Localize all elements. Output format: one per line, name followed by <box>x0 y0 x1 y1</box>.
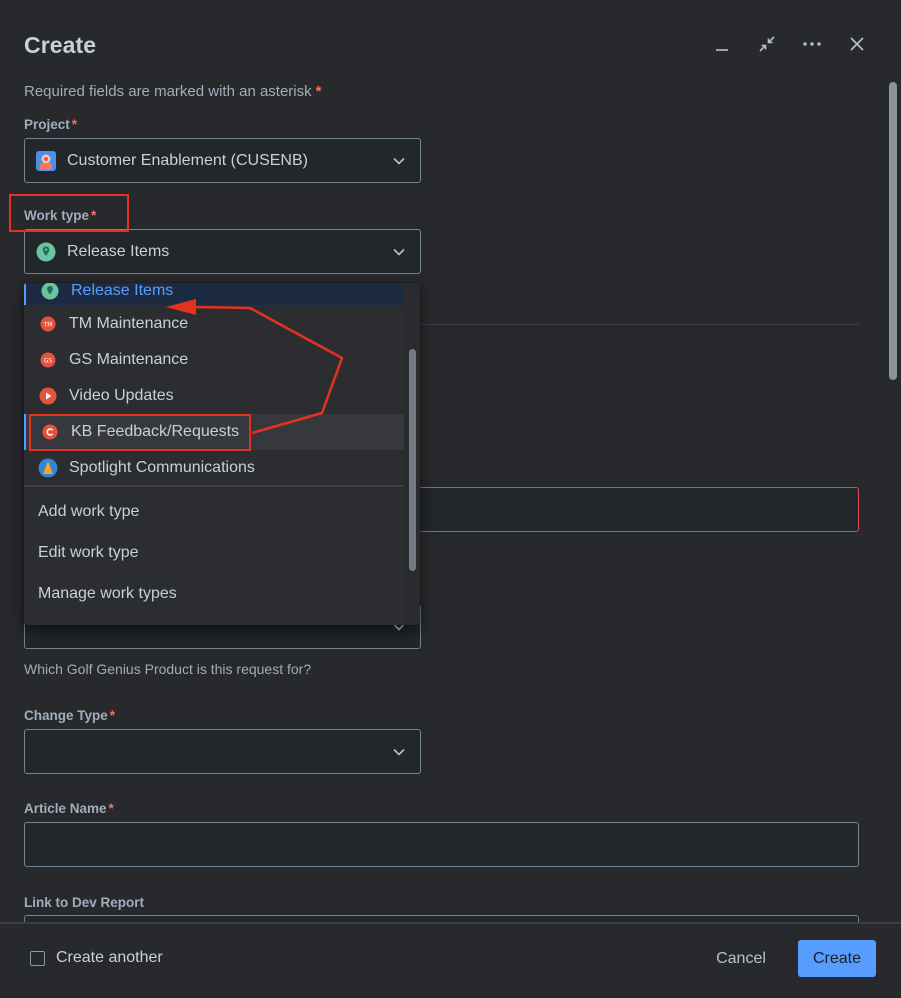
menu-separator <box>24 485 404 487</box>
annotation-box-work-type <box>9 194 129 232</box>
more-icon <box>803 42 821 46</box>
more-options-button[interactable] <box>798 30 826 58</box>
chevron-down-icon <box>393 748 405 756</box>
edit-work-type-action[interactable]: Edit work type <box>38 544 138 562</box>
work-type-dropdown: Release Items TM TM Maintenance GS GS Ma… <box>24 283 420 625</box>
chevron-down-icon <box>393 157 405 165</box>
dialog-title: Create <box>24 32 97 58</box>
cancel-button[interactable]: Cancel <box>704 940 778 977</box>
spotlight-icon <box>38 458 58 478</box>
minimize-icon <box>716 49 728 51</box>
work-type-option-video-updates[interactable]: Video Updates <box>24 378 404 414</box>
change-type-label: Change Type * <box>24 708 116 723</box>
create-button[interactable]: Create <box>798 940 876 977</box>
work-type-option-tm-maintenance[interactable]: TM TM Maintenance <box>24 306 404 342</box>
work-type-select[interactable]: Release Items <box>24 229 421 274</box>
gs-icon: GS <box>40 352 56 368</box>
create-another-checkbox[interactable] <box>30 951 45 966</box>
svg-text:TM: TM <box>43 322 53 329</box>
work-type-option-spotlight-communications[interactable]: Spotlight Communications <box>24 450 404 486</box>
chevron-down-icon <box>393 248 405 256</box>
dev-report-label: Link to Dev Report <box>24 895 145 910</box>
product-helper-text: Which Golf Genius Product is this reques… <box>24 661 312 677</box>
work-type-value: Release Items <box>67 242 170 260</box>
article-name-label: Article Name * <box>24 801 114 816</box>
project-avatar-icon <box>36 150 56 171</box>
project-value: Customer Enablement (CUSENB) <box>67 151 308 169</box>
collapse-button[interactable] <box>753 30 781 58</box>
dialog-scrollbar-thumb[interactable] <box>889 82 897 380</box>
play-icon <box>39 387 57 405</box>
close-icon <box>850 37 864 51</box>
minimize-button[interactable] <box>708 30 736 58</box>
dropdown-scrollbar-thumb[interactable] <box>409 349 416 571</box>
footer-divider <box>0 922 901 924</box>
article-name-field[interactable] <box>24 822 859 867</box>
close-button[interactable] <box>843 30 871 58</box>
create-dialog: Create Required fields are marked with a… <box>0 0 901 998</box>
pin-icon <box>41 283 59 300</box>
work-type-option-release-items[interactable]: Release Items <box>24 283 404 305</box>
add-work-type-action[interactable]: Add work type <box>38 503 139 521</box>
tm-icon: TM <box>40 316 56 332</box>
required-fields-note: Required fields are marked with an aster… <box>24 83 322 100</box>
project-label: Project * <box>24 117 78 132</box>
project-select[interactable]: Customer Enablement (CUSENB) <box>24 138 421 183</box>
create-another-label[interactable]: Create another <box>56 949 163 967</box>
manage-work-types-action[interactable]: Manage work types <box>38 585 177 603</box>
pin-icon <box>36 242 56 261</box>
collapse-arrows-icon <box>759 36 775 52</box>
svg-text:GS: GS <box>44 358 53 365</box>
annotation-box-kb-feedback <box>29 414 251 451</box>
change-type-select[interactable] <box>24 729 421 774</box>
work-type-option-gs-maintenance[interactable]: GS GS Maintenance <box>24 342 404 378</box>
